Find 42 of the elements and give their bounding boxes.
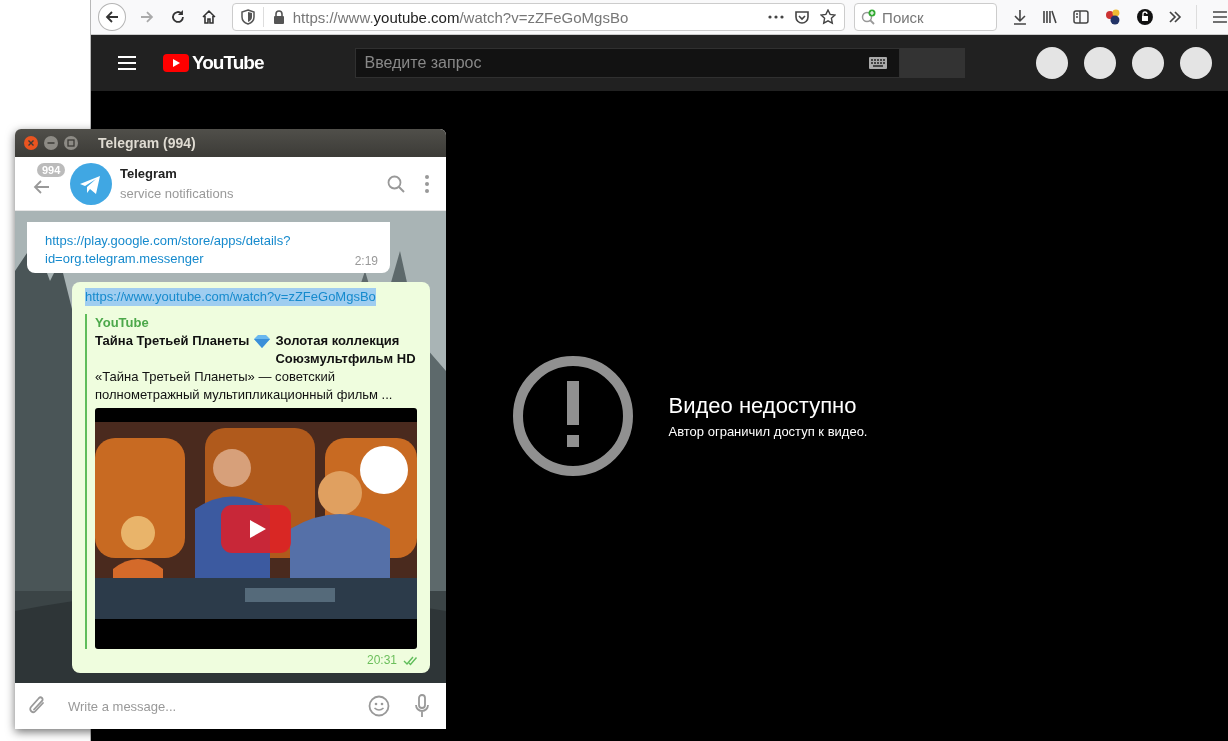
round-button[interactable] [1084, 47, 1116, 79]
keyboard-icon [869, 57, 888, 69]
extension-icon[interactable] [1137, 9, 1154, 25]
window-title: Telegram (994) [98, 135, 196, 151]
back-icon[interactable] [32, 178, 50, 195]
more-icon[interactable] [768, 15, 785, 19]
play-logo-icon [163, 54, 189, 72]
back-icon [103, 9, 120, 25]
shield-icon [240, 9, 255, 25]
search-icon [861, 9, 878, 25]
unread-badge: 994 [37, 162, 66, 177]
overflow-icon[interactable] [1168, 11, 1183, 23]
maximize-icon[interactable] [64, 136, 78, 150]
search-icon[interactable] [387, 174, 405, 193]
reload-icon[interactable] [169, 9, 186, 25]
search-input[interactable]: Поиск [880, 7, 985, 27]
round-button[interactable] [1036, 47, 1068, 79]
pocket-icon[interactable] [794, 9, 811, 25]
notice-title: Видео недоступно [668, 393, 858, 419]
emoji-icon[interactable] [368, 695, 390, 717]
avatar-icon [70, 162, 112, 205]
address-bar[interactable]: https://www.youtube.com/watch?v=zZFeGoMgsBo [231, 3, 846, 31]
chat-name: Telegram [120, 166, 178, 181]
round-button[interactable] [1132, 47, 1164, 79]
close-icon[interactable] [24, 136, 38, 150]
back-button[interactable] [98, 3, 126, 31]
sidebar-icon[interactable] [1073, 10, 1090, 24]
home-icon[interactable] [200, 9, 217, 25]
star-icon[interactable] [820, 9, 837, 25]
lock-icon [272, 10, 285, 24]
search-field[interactable]: Введите запрос [355, 48, 901, 78]
round-button[interactable] [1180, 47, 1212, 79]
chat-status: service notifications [120, 186, 234, 201]
url-text[interactable]: https://www.youtube.com/watch?v=zZFeGoMgsBo [292, 8, 629, 26]
microphone-icon[interactable] [414, 694, 430, 718]
minimize-icon[interactable] [44, 136, 58, 150]
notice-text: Автор ограничил доступ к видео. [668, 424, 868, 439]
download-icon[interactable] [1011, 9, 1028, 25]
alert-icon [511, 355, 634, 477]
logo-text[interactable]: YouTube [192, 52, 264, 74]
library-icon[interactable] [1042, 9, 1059, 25]
search-input[interactable]: Введите запрос [362, 53, 870, 73]
